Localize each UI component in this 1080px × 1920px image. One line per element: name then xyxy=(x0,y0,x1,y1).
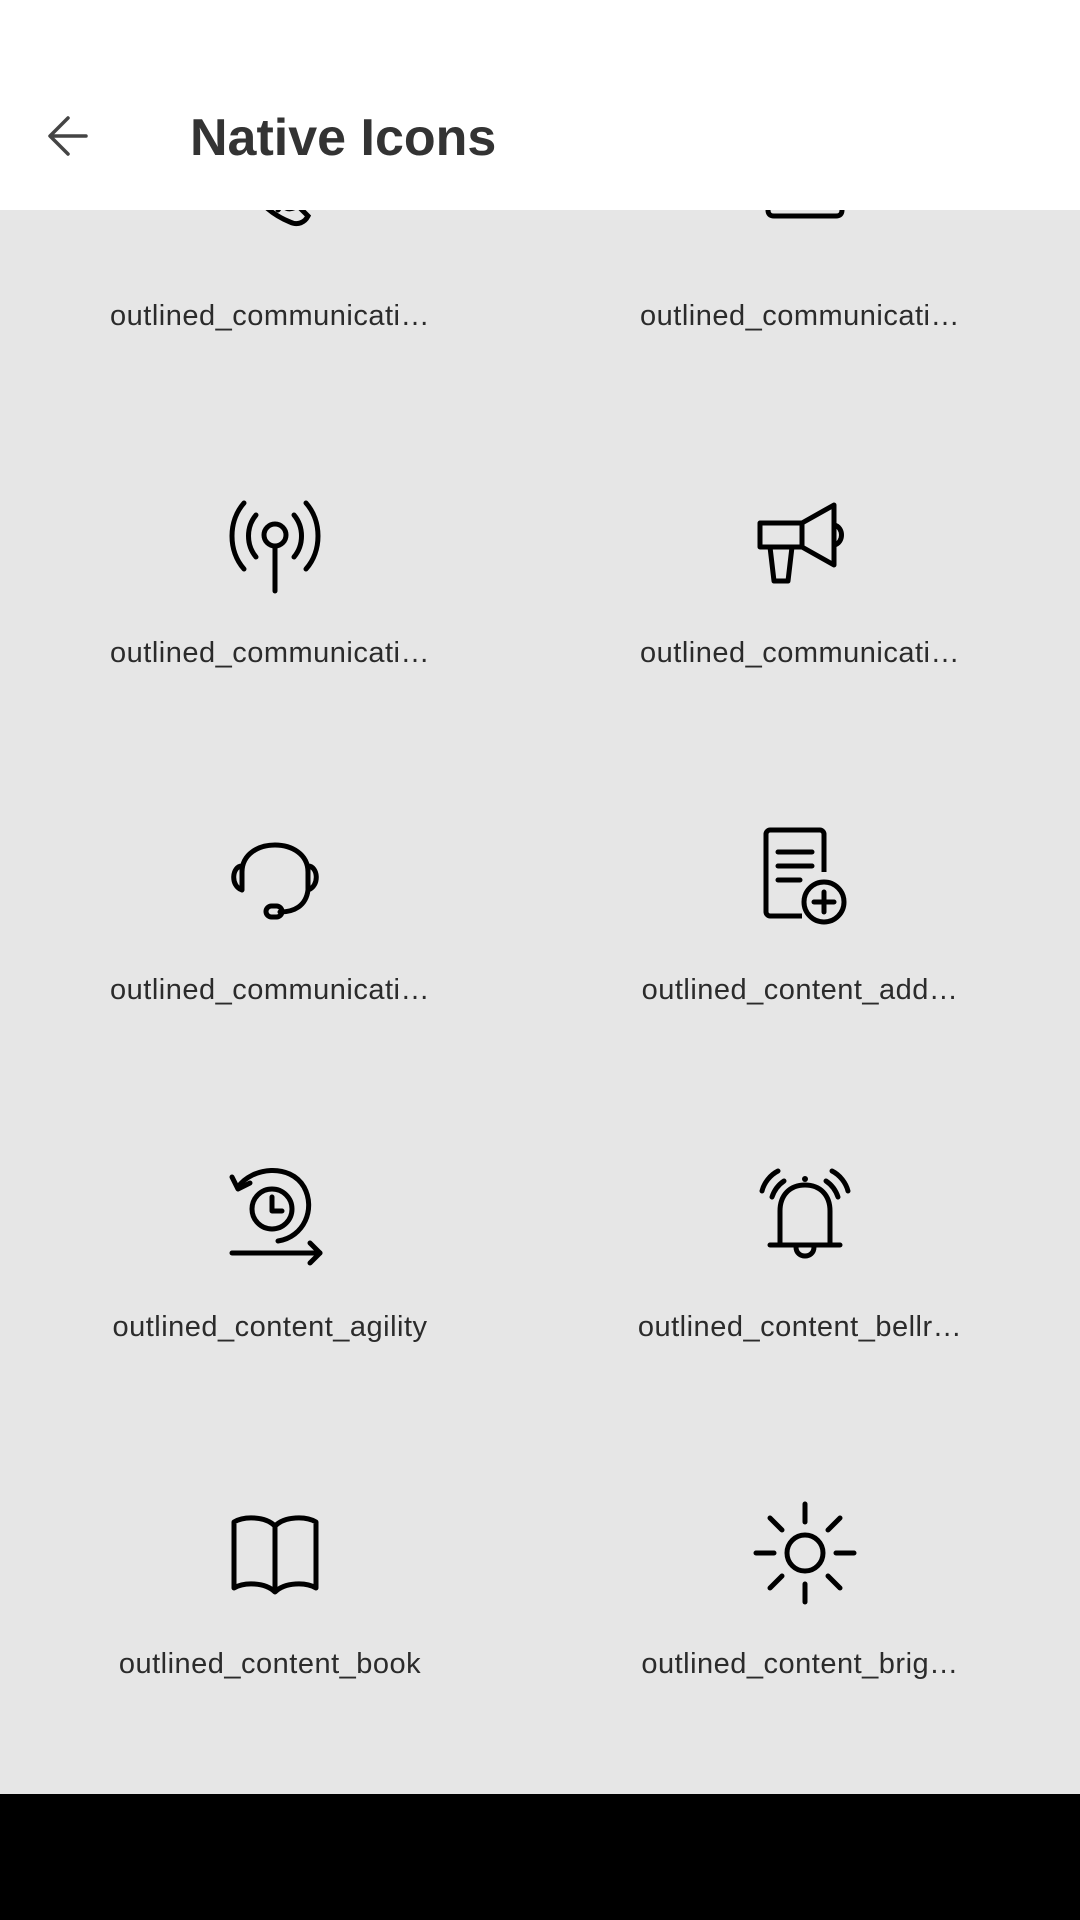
icon-tile[interactable]: outlined_content_add… xyxy=(540,674,1080,1011)
grid-row: outlined_communicati… outlined_communica… xyxy=(0,210,1080,337)
icon-grid-scroll[interactable]: outlined_communicati… outlined_communica… xyxy=(0,210,1080,1794)
grid-row: outlined_communicati… outlined_communica… xyxy=(0,337,1080,674)
brightness-icon xyxy=(750,1498,860,1608)
icon-label: outlined_content_book xyxy=(118,1648,422,1680)
grid-row: outlined_communicati… outlined_content_a… xyxy=(0,674,1080,1011)
icon-tile[interactable]: outlined_communicati… xyxy=(0,337,540,674)
megaphone-icon xyxy=(750,487,860,597)
bell-ringing-icon xyxy=(750,1161,860,1271)
icon-tile[interactable]: outlined_communicati… xyxy=(540,210,1080,337)
icon-tile[interactable]: outlined_communicati… xyxy=(540,337,1080,674)
icon-tile[interactable]: outlined_content_brig… xyxy=(540,1348,1080,1685)
system-navigation-bar xyxy=(0,1794,1080,1920)
icon-label: outlined_content_bellr… xyxy=(637,1311,963,1343)
grid-row: outlined_content_agility outlined_conten… xyxy=(0,1011,1080,1348)
grid-row: outlined_content_book outlined_content_b… xyxy=(0,1348,1080,1685)
icon-tile[interactable]: outlined_content_bellr… xyxy=(540,1011,1080,1348)
icon-tile[interactable]: outlined_content_book xyxy=(0,1348,540,1685)
icon-label: outlined_communicati… xyxy=(110,300,430,332)
icon-label: outlined_communicati… xyxy=(110,637,430,669)
icon-label: outlined_communicati… xyxy=(640,637,960,669)
icon-label: outlined_content_add… xyxy=(641,974,959,1006)
phone-icon xyxy=(220,210,330,260)
book-icon xyxy=(220,1498,330,1608)
agility-clock-icon xyxy=(220,1161,330,1271)
icon-label: outlined_communicati… xyxy=(640,300,960,332)
app-bar: Native Icons xyxy=(0,0,1080,210)
icon-tile[interactable]: outlined_communicati… xyxy=(0,210,540,337)
page-title: Native Icons xyxy=(190,109,497,167)
icon-tile[interactable]: outlined_communicati… xyxy=(0,674,540,1011)
screen-icon xyxy=(750,210,860,260)
arrow-left-icon xyxy=(48,116,88,156)
icon-label: outlined_communicati… xyxy=(110,974,430,1006)
icon-tile[interactable]: outlined_content_agility xyxy=(0,1011,540,1348)
icon-grid: outlined_communicati… outlined_communica… xyxy=(0,210,1080,1685)
back-button[interactable] xyxy=(40,104,104,168)
document-add-icon xyxy=(750,824,860,934)
broadcast-icon xyxy=(220,487,330,597)
headset-icon xyxy=(220,824,330,934)
icon-label: outlined_content_brig… xyxy=(641,1648,959,1680)
icon-label: outlined_content_agility xyxy=(112,1311,428,1343)
